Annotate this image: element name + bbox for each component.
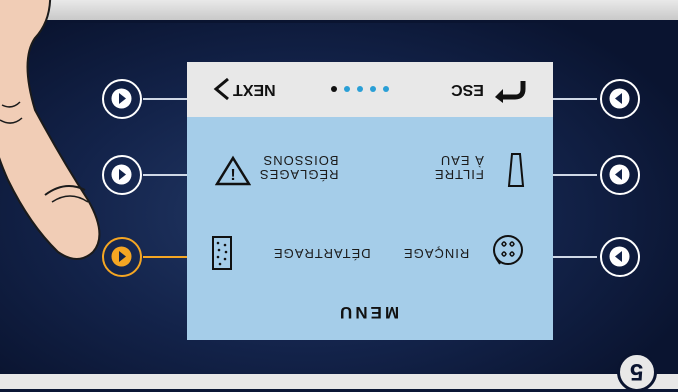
connector-line-left-mid [143,174,187,176]
page-dot [383,86,389,92]
svg-text:!: ! [230,167,235,184]
play-left-icon [609,164,630,185]
item-detartrage[interactable]: DÉTARTRAGE [273,246,371,261]
item-rincage[interactable]: RINÇAGE [403,246,469,261]
connector-line-right-bottom [553,256,597,258]
rinse-icon [493,235,523,265]
page-dot [370,86,376,92]
esc-label[interactable]: ESC [451,80,484,98]
water-filter-icon [507,153,525,187]
return-arrow-icon [495,81,526,103]
descaling-icon [212,236,232,270]
item-reglages-boissons[interactable]: RÉGLAGES BOISSONS [259,153,339,182]
page-dots [331,86,389,92]
connector-line-left-bottom [143,256,187,258]
bottom-frame [0,374,678,389]
page-number-badge: 5 [617,352,657,392]
right-button-middle[interactable] [600,155,640,195]
next-arrow-icon [213,77,229,101]
connector-line-left-top [143,98,187,100]
play-left-icon [609,246,630,267]
page-dot [331,86,337,92]
menu-title: MENU [337,303,400,322]
play-left-icon [609,88,630,109]
right-button-bottom[interactable] [600,237,640,277]
screen-header: NEXT ESC [187,62,553,117]
display-screen: NEXT ESC ! RÉGLAGES BOISSONS FILTRE À EA… [187,62,553,340]
connector-line-right-mid [553,174,597,176]
connector-line-right-top [553,98,597,100]
item-filtre-a-eau[interactable]: FILTRE À EAU [434,153,484,182]
right-button-top[interactable] [600,79,640,119]
next-label[interactable]: NEXT [233,80,276,98]
settings-warning-icon: ! [215,155,251,186]
page-dot [357,86,363,92]
page-dot [344,86,350,92]
finger-illustration [0,0,101,260]
